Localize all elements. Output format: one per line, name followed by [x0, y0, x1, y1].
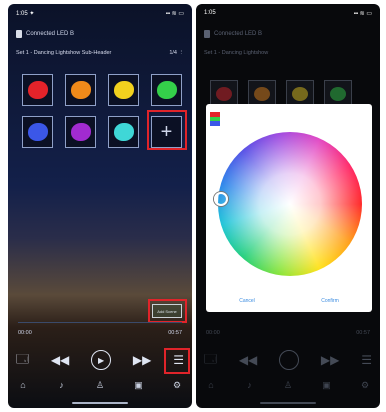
- palette-orange-icon: [254, 87, 270, 101]
- sub-header-right[interactable]: 1/4 ⋮: [169, 50, 184, 60]
- previous-icon: ◀◀: [238, 353, 258, 367]
- previous-icon[interactable]: ◀◀: [51, 353, 69, 367]
- home-indicator: [72, 402, 128, 404]
- playback-controls: 🗔 ◀◀ ▶ ▶▶ ☰: [16, 350, 184, 370]
- sub-header: Set 1 - Dancing Lightshow: [204, 50, 372, 60]
- status-time: 1:05: [204, 10, 216, 16]
- highlight-scene-button: [148, 299, 187, 323]
- status-icons: ▪▪ ≋ ▭: [353, 11, 372, 17]
- palette-tile[interactable]: [108, 116, 139, 148]
- app-title-bar: Connected LED B: [16, 28, 184, 40]
- palette-yellow-icon: [113, 81, 134, 99]
- tab-media-icon[interactable]: ▣: [132, 380, 146, 394]
- palette-red-icon: [27, 81, 48, 99]
- status-bar: 1:05 ▪▪ ≋ ▭: [204, 10, 372, 20]
- app-title: Connected LED B: [26, 31, 75, 37]
- status-icons: ▪▪ ≋ ▭: [165, 11, 184, 17]
- play-button[interactable]: ▶: [91, 350, 112, 370]
- sub-header: Set 1 - Dancing Lightshow Sub-Header 1/4…: [16, 50, 184, 60]
- highlight-playlist: [164, 348, 190, 374]
- palette-tile[interactable]: [22, 74, 53, 106]
- recent-swatches[interactable]: [210, 112, 220, 127]
- tab-media-icon: ▣: [322, 380, 331, 390]
- phone-screen-right: 1:05 ▪▪ ≋ ▭ Connected LED B Set 1 - Danc…: [196, 4, 380, 408]
- time-elapsed: 00:00: [18, 330, 32, 336]
- confirm-button[interactable]: Confirm: [321, 298, 339, 304]
- tab-music-icon: ♪: [247, 380, 252, 390]
- palette-orange-icon: [70, 81, 91, 99]
- tab-music-icon[interactable]: ♪: [55, 380, 69, 394]
- sub-header-title: Set 1 - Dancing Lightshow Sub-Header: [16, 50, 112, 56]
- next-icon[interactable]: ▶▶: [133, 353, 151, 367]
- bottom-tab-bar: ⌂ ♪ ♙ ▣ ⚙: [204, 380, 372, 394]
- palette-purple-icon: [70, 123, 91, 141]
- color-wheel-handle[interactable]: [214, 192, 228, 206]
- time-elapsed: 00:00: [206, 330, 220, 336]
- home-indicator: [260, 402, 316, 404]
- palette-tile[interactable]: [108, 74, 139, 106]
- progress-track[interactable]: [18, 322, 182, 323]
- palette-green-icon: [156, 81, 177, 99]
- palette-tile[interactable]: [22, 116, 53, 148]
- palette-yellow-icon: [292, 87, 308, 101]
- library-icon: 🗔: [204, 351, 218, 366]
- device-icon: [16, 30, 22, 38]
- tab-scene-icon: ♙: [283, 380, 293, 390]
- palette-cyan-icon: [113, 123, 134, 141]
- next-icon: ▶▶: [320, 353, 340, 367]
- app-title-bar: Connected LED B: [204, 28, 372, 40]
- color-wheel[interactable]: [218, 132, 362, 276]
- device-icon: [204, 30, 210, 38]
- bottom-tab-bar: ⌂ ♪ ♙ ▣ ⚙: [16, 380, 184, 394]
- swatch-blue[interactable]: [210, 121, 220, 127]
- tab-home-icon[interactable]: ⌂: [16, 380, 30, 394]
- status-time: 1:05 ✦: [16, 11, 35, 17]
- palette-red-icon: [216, 87, 232, 101]
- play-button: [279, 350, 300, 370]
- playlist-icon: ☰: [361, 353, 372, 367]
- play-icon: ▶: [98, 355, 105, 365]
- color-picker-dialog: Cancel Confirm: [206, 104, 372, 312]
- cancel-button[interactable]: Cancel: [239, 298, 255, 304]
- sub-header-title: Set 1 - Dancing Lightshow: [204, 50, 269, 56]
- playback-controls: 🗔 ◀◀ ▶▶ ☰: [204, 350, 372, 370]
- highlight-add-color: [147, 110, 187, 150]
- time-total: 00:57: [356, 330, 370, 336]
- library-icon[interactable]: 🗔: [16, 350, 29, 371]
- tab-home-icon: ⌂: [208, 380, 214, 390]
- phone-screen-left: 1:05 ✦ ▪▪ ≋ ▭ Connected LED B Set 1 - Da…: [8, 4, 192, 408]
- palette-tile[interactable]: [151, 74, 182, 106]
- picker-actions: Cancel Confirm: [206, 298, 372, 304]
- app-title: Connected LED B: [214, 31, 263, 37]
- status-bar: 1:05 ✦ ▪▪ ≋ ▭: [16, 10, 184, 20]
- tab-settings-icon: ⚙: [360, 380, 370, 390]
- tab-settings-icon[interactable]: ⚙: [170, 380, 184, 394]
- palette-green-icon: [330, 87, 346, 101]
- tab-scene-icon[interactable]: ♙: [93, 380, 107, 394]
- palette-blue-icon: [27, 123, 48, 141]
- time-total: 00:57: [168, 330, 182, 336]
- palette-tile[interactable]: [65, 116, 96, 148]
- palette-tile[interactable]: [65, 74, 96, 106]
